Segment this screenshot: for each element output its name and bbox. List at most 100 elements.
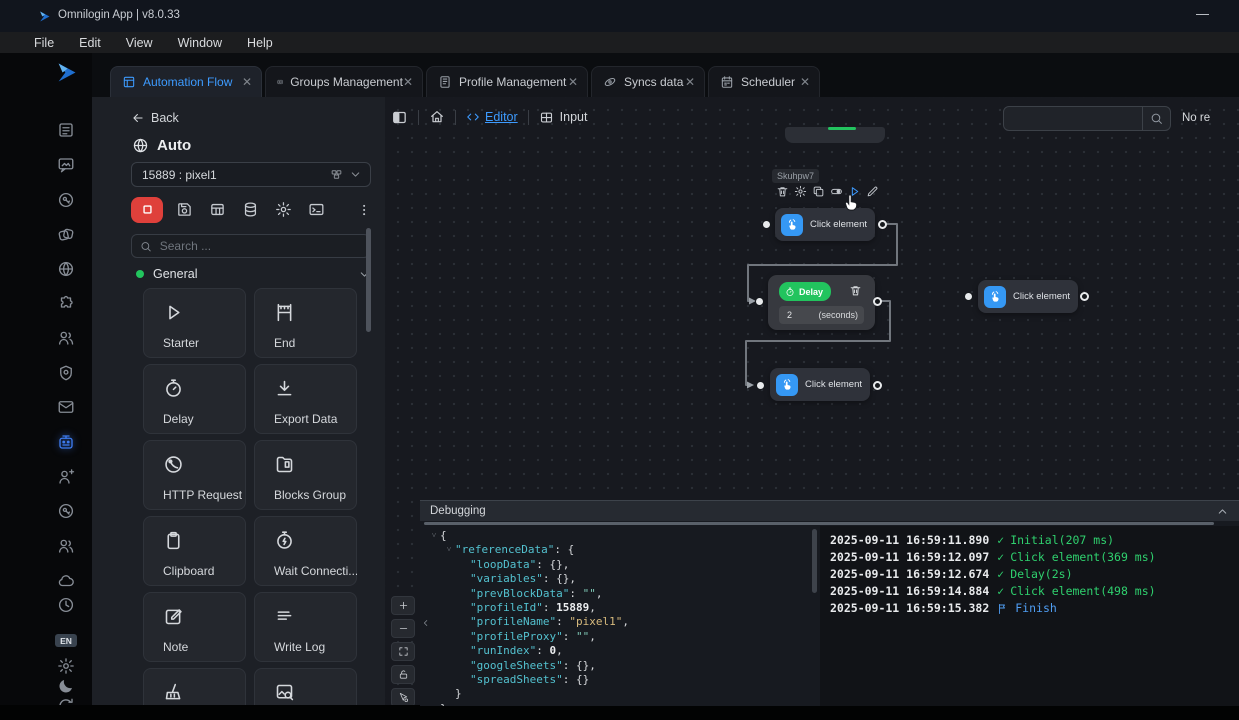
menu-view[interactable]: View xyxy=(126,36,153,50)
canvas-control-fit[interactable] xyxy=(391,642,415,661)
home-icon[interactable] xyxy=(429,109,445,125)
gear-icon[interactable] xyxy=(794,185,807,198)
play-icon[interactable] xyxy=(848,185,861,198)
search-button[interactable] xyxy=(1142,107,1170,130)
tab-editor[interactable]: Editor xyxy=(466,110,518,124)
menu-edit[interactable]: Edit xyxy=(79,36,101,50)
port-in[interactable] xyxy=(755,297,764,306)
close-tab-icon[interactable]: ✕ xyxy=(800,76,810,88)
rail-item-security[interactable] xyxy=(57,364,75,382)
tab-input[interactable]: Input xyxy=(539,110,588,125)
minimize-button[interactable]: — xyxy=(1196,6,1209,21)
rail-item-proxies[interactable] xyxy=(57,226,75,244)
tab-scheduler[interactable]: Scheduler✕ xyxy=(708,66,820,97)
block-card-wait-connecti-[interactable]: Wait Connecti... xyxy=(254,516,357,586)
database-icon[interactable] xyxy=(242,200,259,219)
tab-groups-management[interactable]: Groups Management✕ xyxy=(265,66,423,97)
table-icon[interactable] xyxy=(209,200,226,219)
debug-resize-handle[interactable] xyxy=(424,522,1214,525)
rail-item-language[interactable]: EN xyxy=(55,634,77,647)
terminal-icon[interactable] xyxy=(308,200,325,219)
menu-help[interactable]: Help xyxy=(247,36,273,50)
json-scrollbar[interactable] xyxy=(812,529,817,593)
more-options-icon[interactable] xyxy=(357,202,371,218)
profile-select[interactable]: 15889 : pixel1 xyxy=(131,162,371,187)
rail-item-cloud[interactable] xyxy=(57,572,75,590)
canvas-control-minus[interactable] xyxy=(391,619,415,638)
settings-gear-icon[interactable] xyxy=(275,200,292,219)
canvas-control-lock[interactable] xyxy=(391,665,415,684)
back-button[interactable]: Back xyxy=(131,111,179,125)
rail-item-settings[interactable] xyxy=(57,657,75,675)
trash-icon[interactable] xyxy=(776,185,789,198)
collapse-chevron-icon[interactable]: ˅ xyxy=(443,543,455,557)
block-card-blocks-group[interactable]: Blocks Group xyxy=(254,440,357,510)
node-fragment[interactable] xyxy=(785,127,885,143)
close-tab-icon[interactable]: ✕ xyxy=(242,76,252,88)
node-click-element-3[interactable]: Click element xyxy=(770,368,870,401)
tab-syncs-data[interactable]: Syncs data✕ xyxy=(591,66,705,97)
block-card-clipboard[interactable]: Clipboard xyxy=(143,516,246,586)
chevron-left-icon[interactable] xyxy=(421,616,431,630)
block-card-note[interactable]: Note xyxy=(143,592,246,662)
block-card-image-search[interactable] xyxy=(254,668,357,705)
rail-item-automation[interactable] xyxy=(57,433,75,451)
node-click-element-1[interactable]: Click element xyxy=(775,208,875,241)
port-in[interactable] xyxy=(964,292,973,301)
rail-item-messages[interactable] xyxy=(57,156,75,174)
rail-item-invite-user[interactable] xyxy=(57,468,75,486)
stop-button[interactable] xyxy=(131,197,163,223)
trash-icon[interactable] xyxy=(849,284,862,297)
canvas-search[interactable] xyxy=(1003,106,1171,131)
menu-file[interactable]: File xyxy=(34,36,54,50)
port-in[interactable] xyxy=(756,381,765,390)
rail-item-news[interactable] xyxy=(57,121,75,139)
menu-window[interactable]: Window xyxy=(178,36,222,50)
panel-toggle-icon[interactable] xyxy=(391,109,408,126)
delay-seconds-field[interactable]: 2 (seconds) xyxy=(779,306,864,324)
port-out[interactable] xyxy=(878,220,887,229)
block-search-input[interactable] xyxy=(158,238,361,254)
block-card-delay[interactable]: Delay xyxy=(143,364,246,434)
rail-item-browser-profiles[interactable] xyxy=(57,260,75,278)
port-out[interactable] xyxy=(1080,292,1089,301)
close-tab-icon[interactable]: ✕ xyxy=(568,76,578,88)
block-card-export-data[interactable]: Export Data xyxy=(254,364,357,434)
block-card-end[interactable]: End xyxy=(254,288,357,358)
rail-item-tokens[interactable] xyxy=(57,502,75,520)
chevron-up-icon[interactable] xyxy=(1216,505,1229,518)
block-card-write-log[interactable]: Write Log xyxy=(254,592,357,662)
close-tab-icon[interactable]: ✕ xyxy=(685,76,695,88)
tab-profile-management[interactable]: Profile Management✕ xyxy=(426,66,588,97)
rail-item-inbox[interactable] xyxy=(57,398,75,416)
block-search[interactable] xyxy=(131,234,370,258)
canvas-control-plus[interactable] xyxy=(391,596,415,615)
port-out[interactable] xyxy=(873,297,882,306)
debug-log-view[interactable]: 2025-09-11 16:59:11.890✓Initial(207 ms)2… xyxy=(820,526,1239,706)
block-card-http-request[interactable]: HTTP Request xyxy=(143,440,246,510)
toggle-icon[interactable] xyxy=(830,185,843,198)
debug-header[interactable]: Debugging xyxy=(420,501,1239,521)
port-in[interactable] xyxy=(762,220,771,229)
block-card-broom[interactable] xyxy=(143,668,246,705)
debug-json-view[interactable]: ˅{˅"referenceData": {"loopData": {},"var… xyxy=(420,526,812,706)
rail-item-api-keys[interactable] xyxy=(57,191,75,209)
collapse-chevron-icon[interactable]: ˅ xyxy=(428,529,440,543)
canvas-search-input[interactable] xyxy=(1004,107,1142,130)
block-card-starter[interactable]: Starter xyxy=(143,288,246,358)
node-click-element-2[interactable]: Click element xyxy=(978,280,1078,313)
rail-item-dark-mode[interactable] xyxy=(57,677,75,695)
tab-automation-flow[interactable]: Automation Flow✕ xyxy=(110,66,262,97)
rail-item-extensions[interactable] xyxy=(57,295,75,313)
port-out[interactable] xyxy=(873,381,882,390)
rail-item-members[interactable] xyxy=(57,537,75,555)
section-general[interactable]: General xyxy=(131,266,371,282)
pencil-icon[interactable] xyxy=(866,185,879,198)
save-profile-icon[interactable] xyxy=(176,200,193,219)
rail-item-team[interactable] xyxy=(57,329,75,347)
panel-scrollbar[interactable] xyxy=(366,228,371,332)
rail-logo-icon[interactable] xyxy=(53,59,80,86)
copy-icon[interactable] xyxy=(812,185,825,198)
canvas-control-cursor-config[interactable] xyxy=(391,688,415,705)
close-tab-icon[interactable]: ✕ xyxy=(403,76,413,88)
